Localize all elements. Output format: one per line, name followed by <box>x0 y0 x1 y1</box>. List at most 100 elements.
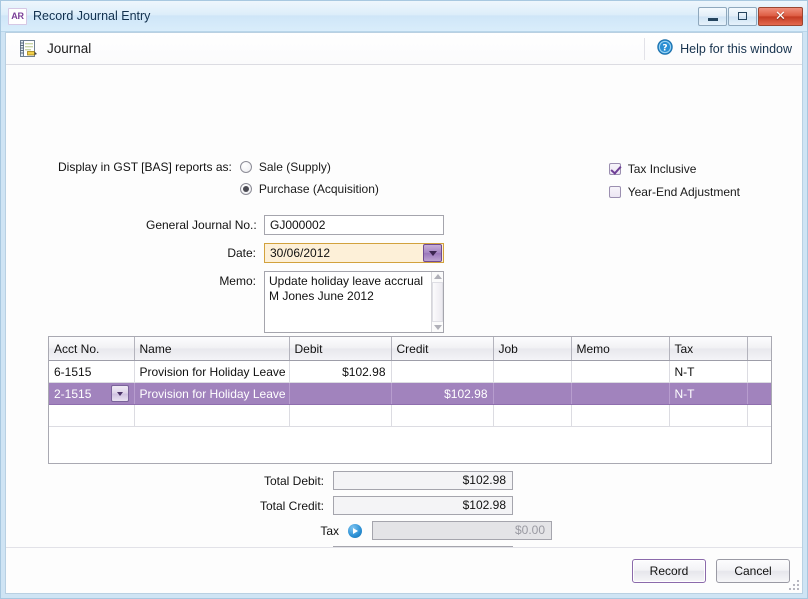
cell-tax[interactable]: N-T <box>669 382 748 405</box>
memo-textarea[interactable]: Update holiday leave accrual M Jones Jun… <box>264 271 444 333</box>
total-debit-value: $102.98 <box>333 471 513 490</box>
date-input[interactable]: 30/06/2012 <box>264 243 444 263</box>
cell-job[interactable] <box>493 404 572 427</box>
date-input-value: 30/06/2012 <box>270 246 331 260</box>
cell-name[interactable]: Provision for Holiday Leave <box>134 360 290 383</box>
cell-name[interactable]: Provision for Holiday Leave <box>134 382 290 405</box>
close-button[interactable]: ✕ <box>758 6 803 26</box>
tax-label: Tax <box>320 523 339 538</box>
cell-extra[interactable] <box>747 360 771 383</box>
gst-reports-label: Display in GST [BAS] reports as: <box>58 160 232 174</box>
cell-debit[interactable] <box>289 404 392 427</box>
cell-acct-no[interactable]: 6-1515 <box>49 360 135 383</box>
total-debit-row: Total Debit: $102.98 <box>6 471 552 490</box>
column-header-name[interactable]: Name <box>134 337 290 361</box>
cell-acct-no[interactable]: 2-1515 <box>49 382 135 405</box>
journal-icon <box>18 39 38 59</box>
record-button[interactable]: Record <box>632 558 706 583</box>
window-header-strip: Journal ? Help for this window <box>6 33 802 65</box>
form-body: Display in GST [BAS] reports as: Sale (S… <box>6 65 802 593</box>
date-label: Date: <box>227 246 256 260</box>
gst-reports-group: Display in GST [BAS] reports as: Sale (S… <box>58 160 379 196</box>
column-header-credit[interactable]: Credit <box>391 337 494 361</box>
journal-no-input[interactable]: GJ000002 <box>264 215 444 235</box>
radio-sale-supply-icon <box>239 161 252 173</box>
question-circle-icon: ? <box>657 39 673 58</box>
checkbox-tax-inclusive[interactable]: Tax Inclusive <box>608 162 740 176</box>
cell-job[interactable] <box>493 382 572 405</box>
cell-memo[interactable] <box>571 360 670 383</box>
date-row: Date: 30/06/2012 <box>146 243 444 263</box>
column-header-tax[interactable]: Tax <box>669 337 748 361</box>
maximize-icon <box>738 12 747 20</box>
total-credit-label: Total Credit: <box>259 498 324 513</box>
column-header-extra[interactable] <box>747 337 771 361</box>
dialog-footer: Record Cancel <box>6 547 802 593</box>
cell-tax[interactable] <box>669 404 748 427</box>
column-header-debit[interactable]: Debit <box>289 337 392 361</box>
maximize-button[interactable] <box>728 6 757 26</box>
scrollbar-thumb[interactable] <box>432 282 443 322</box>
tax-value: $0.00 <box>372 521 552 540</box>
memo-scrollbar[interactable] <box>431 272 443 332</box>
memo-row: Memo: Update holiday leave accrual M Jon… <box>146 271 444 333</box>
cell-acct-no[interactable] <box>49 404 135 427</box>
acct-no-dropdown-button[interactable] <box>110 385 129 402</box>
help-link[interactable]: ? Help for this window <box>644 37 792 60</box>
journal-no-label: General Journal No.: <box>146 218 257 232</box>
cell-extra[interactable] <box>747 404 771 427</box>
gst-radio-group: Sale (Supply) Purchase (Acquisition) <box>239 160 379 196</box>
checkbox-year-end-adjustment-label: Year-End Adjustment <box>627 185 740 199</box>
column-header-job[interactable]: Job <box>493 337 572 361</box>
table-row[interactable]: 6-1515 Provision for Holiday Leave $102.… <box>49 360 771 383</box>
checkbox-tax-inclusive-icon <box>608 163 621 175</box>
cell-credit[interactable]: $102.98 <box>391 382 494 405</box>
tax-detail-arrow-icon[interactable] <box>348 523 362 538</box>
minimize-button[interactable] <box>698 6 727 26</box>
chevron-down-icon <box>116 391 123 396</box>
minimize-icon <box>707 17 718 21</box>
cancel-button[interactable]: Cancel <box>716 558 790 583</box>
options-checkbox-group: Tax Inclusive Year-End Adjustment <box>608 162 740 199</box>
table-row[interactable] <box>49 404 771 427</box>
cell-job[interactable] <box>493 360 572 383</box>
cell-memo[interactable] <box>571 382 670 405</box>
total-credit-row: Total Credit: $102.98 <box>6 496 552 515</box>
title-bar: AR Record Journal Entry ✕ <box>1 1 807 32</box>
table-row[interactable]: 2-1515 Provision for Holiday Leave $102.… <box>49 382 771 405</box>
chevron-down-icon <box>428 250 437 256</box>
journal-lines-grid[interactable]: Acct No. Name Debit Credit Job Memo Tax <box>48 336 772 464</box>
cell-credit[interactable] <box>391 404 494 427</box>
checkbox-year-end-adjustment[interactable]: Year-End Adjustment <box>608 185 740 199</box>
grid-header-row: Acct No. Name Debit Credit Job Memo Tax <box>49 337 771 361</box>
journal-no-row: General Journal No.: GJ000002 <box>146 215 444 235</box>
tax-row: Tax $0.00 <box>6 521 552 540</box>
date-picker-dropdown-button[interactable] <box>423 244 442 262</box>
arrow-right-icon <box>353 527 358 534</box>
cell-memo[interactable] <box>571 404 670 427</box>
radio-purchase-acquisition-icon <box>239 183 252 195</box>
checkbox-year-end-adjustment-icon <box>608 186 621 198</box>
cell-credit[interactable] <box>391 360 494 383</box>
cell-tax[interactable]: N-T <box>669 360 748 383</box>
column-header-acct-no[interactable]: Acct No. <box>49 337 135 361</box>
total-debit-label: Total Debit: <box>263 473 324 488</box>
scroll-down-icon[interactable] <box>433 325 442 330</box>
column-header-memo[interactable]: Memo <box>571 337 670 361</box>
checkbox-tax-inclusive-label: Tax Inclusive <box>627 162 697 176</box>
page-title: Journal <box>47 41 92 56</box>
memo-textarea-value: Update holiday leave accrual M Jones Jun… <box>269 274 424 303</box>
cell-debit[interactable]: $102.98 <box>289 360 392 383</box>
radio-purchase-acquisition[interactable]: Purchase (Acquisition) <box>239 182 379 196</box>
cell-debit[interactable] <box>289 382 392 405</box>
record-journal-entry-window: AR Record Journal Entry ✕ Journal ? Help… <box>0 0 808 599</box>
radio-sale-supply[interactable]: Sale (Supply) <box>239 160 379 174</box>
window-title: Record Journal Entry <box>33 9 151 23</box>
resize-grip[interactable] <box>787 578 799 590</box>
scroll-up-icon[interactable] <box>433 274 442 279</box>
window-controls: ✕ <box>698 6 803 26</box>
svg-text:?: ? <box>663 44 668 54</box>
cell-name[interactable] <box>134 404 290 427</box>
memo-label: Memo: <box>219 274 256 288</box>
cell-extra[interactable] <box>747 382 771 405</box>
